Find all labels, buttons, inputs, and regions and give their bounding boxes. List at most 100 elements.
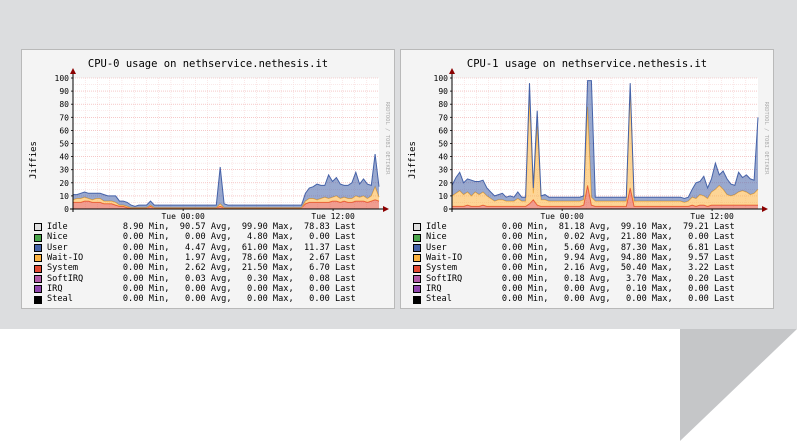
legend-last: 0.00 Last: [293, 232, 356, 243]
legend-max: 21.80 Max,: [610, 232, 673, 243]
legend-series-name: Steal: [47, 294, 73, 305]
y-tick-label: 20: [59, 179, 69, 188]
y-tick-label: 70: [438, 113, 448, 122]
legend-swatch: [413, 233, 421, 242]
legend-swatch: [413, 285, 421, 294]
legend-swatch: [34, 233, 42, 242]
page-curl-shadow: [680, 329, 797, 441]
legend-row: SoftIRQ 0.00 Min, 0.18 Avg, 3.70 Max, 0.…: [413, 274, 768, 284]
legend-min: 0.00 Min,: [97, 253, 170, 264]
x-tick-label: Tue 12:00: [311, 212, 355, 221]
legend-series-name: IRQ: [47, 284, 63, 295]
legend-max: 0.10 Max,: [610, 284, 673, 295]
cpu1-chart: CPU-1 usage on nethservice.nethesis.it J…: [408, 58, 769, 221]
legend-max: 0.30 Max,: [231, 273, 294, 284]
legend-min: 0.00 Min,: [476, 294, 549, 305]
legend-series-name: Wait-IO: [47, 253, 84, 264]
legend-min: 0.00 Min,: [476, 242, 549, 253]
y-tick-label: 10: [438, 192, 448, 201]
legend-max: 0.00 Max,: [231, 294, 294, 305]
legend-swatch: [413, 223, 421, 232]
legend-max: 78.60 Max,: [231, 253, 294, 264]
legend-swatch: [413, 264, 421, 273]
y-tick-label: 80: [59, 100, 69, 109]
legend-max: 21.50 Max,: [231, 263, 294, 274]
legend-min: 8.90 Min,: [97, 222, 170, 232]
legend-row: Nice 0.00 Min, 0.00 Avg, 4.80 Max, 0.00 …: [34, 232, 389, 242]
chart-title: CPU-1 usage on nethservice.nethesis.it: [467, 58, 707, 70]
legend-series-name: SoftIRQ: [426, 273, 463, 284]
legend-max: 50.40 Max,: [610, 263, 673, 274]
legend-row: User 0.00 Min, 5.60 Avg, 87.30 Max, 6.81…: [413, 243, 768, 253]
plot-area: 0 10 20 30 40 50 60 70 80 90 100 Tue 00:00 Tue 12:00: [55, 68, 389, 221]
y-tick-label: 70: [59, 113, 69, 122]
legend-series-name: User: [426, 242, 447, 253]
legend-row: Nice 0.00 Min, 0.02 Avg, 21.80 Max, 0.00…: [413, 232, 768, 242]
legend-avg: 2.62 Avg,: [169, 263, 232, 274]
legend-row: Steal 0.00 Min, 0.00 Avg, 0.00 Max, 0.00…: [413, 294, 768, 304]
legend-row: Idle 0.00 Min, 81.18 Avg, 99.10 Max, 79.…: [413, 222, 768, 232]
legend-last: 2.67 Last: [293, 253, 356, 264]
legend-series-name: Nice: [426, 232, 447, 243]
legend-min: 0.00 Min,: [476, 222, 549, 232]
y-tick-label: 60: [438, 126, 448, 135]
legend-row: Steal 0.00 Min, 0.00 Avg, 0.00 Max, 0.00…: [34, 294, 389, 304]
legend-last: 9.57 Last: [672, 253, 735, 264]
legend-last: 11.37 Last: [293, 242, 356, 253]
legend-max: 0.00 Max,: [610, 294, 673, 305]
legend-min: 0.00 Min,: [476, 284, 549, 295]
y-tick-label: 30: [59, 166, 69, 175]
legend-max: 3.70 Max,: [610, 273, 673, 284]
legend-swatch: [34, 264, 42, 273]
legend-avg: 4.47 Avg,: [169, 242, 232, 253]
legend-last: 3.22 Last: [672, 263, 735, 274]
legend-series-name: Nice: [47, 232, 68, 243]
y-tick-label: 0: [443, 205, 448, 214]
legend-series-name: IRQ: [426, 284, 442, 295]
legend-swatch: [413, 254, 421, 263]
legend-min: 0.00 Min,: [476, 232, 549, 243]
legend-series-name: Idle: [47, 222, 68, 232]
legend-min: 0.00 Min,: [97, 263, 170, 274]
legend-max: 4.80 Max,: [231, 232, 294, 243]
x-axis-arrow: [762, 206, 768, 212]
legend-series-name: Steal: [426, 294, 452, 305]
x-tick-label: Tue 00:00: [540, 212, 584, 221]
y-tick-label: 0: [64, 205, 69, 214]
legend-series-name: Idle: [426, 222, 447, 232]
y-tick-label: 10: [59, 192, 69, 201]
cpu0-chart: CPU-0 usage on nethservice.nethesis.it J…: [29, 58, 390, 221]
legend-row: Wait-IO 0.00 Min, 9.94 Avg, 94.80 Max, 9…: [413, 253, 768, 263]
legend-avg: 0.00 Avg,: [548, 284, 611, 295]
y-tick-label: 90: [438, 87, 448, 96]
legend-avg: 0.03 Avg,: [169, 273, 232, 284]
legend-last: 0.00 Last: [672, 294, 735, 305]
legend-swatch: [413, 243, 421, 252]
y-tick-label: 80: [438, 100, 448, 109]
legend-min: 0.00 Min,: [97, 242, 170, 253]
cpu1-graph-panel: CPU-1 usage on nethservice.nethesis.it J…: [400, 49, 774, 309]
legend-avg: 0.00 Avg,: [169, 284, 232, 295]
legend-avg: 2.16 Avg,: [548, 263, 611, 274]
legend-min: 0.00 Min,: [97, 273, 170, 284]
y-axis-arrow: [70, 68, 76, 74]
cpu0-legend: Idle 8.90 Min, 90.57 Avg, 99.90 Max, 78.…: [34, 222, 389, 305]
y-axis-arrow: [449, 68, 455, 74]
legend-row: System 0.00 Min, 2.62 Avg, 21.50 Max, 6.…: [34, 263, 389, 273]
chart-title: CPU-0 usage on nethservice.nethesis.it: [88, 58, 328, 70]
legend-max: 87.30 Max,: [610, 242, 673, 253]
x-axis-arrow: [383, 206, 389, 212]
legend-swatch: [34, 254, 42, 263]
legend-swatch: [34, 274, 42, 283]
legend-last: 6.70 Last: [293, 263, 356, 274]
legend-last: 6.81 Last: [672, 242, 735, 253]
legend-last: 0.08 Last: [293, 273, 356, 284]
legend-last: 79.21 Last: [672, 222, 735, 232]
y-tick-label: 40: [438, 153, 448, 162]
legend-series-name: SoftIRQ: [47, 273, 84, 284]
legend-avg: 0.00 Avg,: [548, 294, 611, 305]
legend-max: 99.10 Max,: [610, 222, 673, 232]
legend-min: 0.00 Min,: [476, 273, 549, 284]
legend-last: 0.00 Last: [672, 284, 735, 295]
legend-min: 0.00 Min,: [97, 232, 170, 243]
